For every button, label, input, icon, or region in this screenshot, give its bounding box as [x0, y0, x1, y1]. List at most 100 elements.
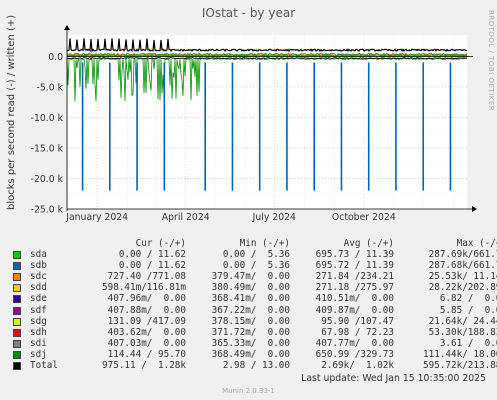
col-cur: Cur (-/+)	[135, 238, 186, 249]
legend-cur: 407.96m/ 0.00	[107, 293, 186, 305]
legend-row: sdj 114.44 / 95.70 368.49m/ 0.00 650.99 /32…	[12, 349, 497, 360]
legend-swatch	[13, 284, 21, 293]
legend-series-name: sda	[30, 249, 47, 261]
legend-swatch	[13, 273, 21, 282]
legend-row: sdh 403.62m/ 0.00 371.72m/ 0.00 67.98 / 72.…	[12, 327, 497, 338]
legend-avg: 409.87m/ 0.00	[315, 304, 394, 316]
legend-swatch	[13, 317, 21, 326]
legend-series-name: Total	[30, 360, 58, 372]
legend-min: 378.15m/ 0.00	[211, 315, 290, 327]
legend-series-name: sdc	[30, 271, 47, 283]
legend-cur: 407.88m/ 0.00	[107, 304, 186, 316]
legend-series-name: sdh	[30, 326, 47, 338]
col-max: Max (-/+)	[456, 238, 497, 249]
legend-min: 365.33m/ 0.00	[211, 337, 290, 349]
y-tick-label: -20.0 k	[31, 174, 64, 185]
x-tick-label: April 2024	[162, 212, 210, 223]
legend-cur: 114.44 / 95.70	[107, 348, 186, 360]
legend-avg: 271.18 /275.97	[315, 282, 394, 294]
legend-swatch	[13, 251, 21, 260]
munin-graph: IOstat - by year RRDTOOL / TOBI OETIKER …	[0, 0, 497, 400]
legend-table: Cur (-/+) Min (-/+) Avg (-/+) Max (-/+) …	[12, 238, 497, 371]
legend-avg: 410.51m/ 0.00	[315, 293, 394, 305]
legend-row: sdg 131.09 /417.09 378.15m/ 0.00 95.90 /107…	[12, 316, 497, 327]
x-axis-arrow	[472, 206, 477, 212]
legend-cur: 727.40 /771.08	[107, 271, 186, 283]
legend-min: 371.72m/ 0.00	[211, 326, 290, 338]
legend-row: sdc 727.40 /771.08 379.47m/ 0.00 271.84 /23…	[12, 271, 497, 282]
legend-min: 368.49m/ 0.00	[211, 348, 290, 360]
legend-max: 5.85 / 0.00	[439, 304, 497, 316]
legend-cur: 0.00 / 11.62	[118, 249, 186, 261]
legend-min: 2.98 / 13.00	[222, 360, 290, 372]
legend-series-name: sdf	[30, 304, 47, 316]
legend-row: sdd 598.41m/116.81m 380.49m/ 0.00 271.18 /2…	[12, 282, 497, 293]
legend-cur: 975.11 / 1.28k	[102, 360, 186, 372]
legend-min: 0.00 / 5.36	[222, 249, 290, 261]
legend-row: sdb 0.00 / 11.62 0.00 / 5.36 695.72 / 11.39…	[12, 260, 497, 271]
legend-avg: 67.98 / 72.23	[321, 326, 394, 338]
legend-cur: 0.00 / 11.62	[118, 260, 186, 272]
x-tick-label: July 2024	[252, 212, 296, 223]
legend-min: 380.49m/ 0.00	[211, 282, 290, 294]
legend-max: 111.44k/ 18.06k	[423, 348, 497, 360]
legend-swatch	[13, 362, 21, 371]
legend-row: sda 0.00 / 11.62 0.00 / 5.36 695.73 / 11.39…	[12, 249, 497, 260]
chart-canvas: 0.0 -5.0 k -10.0 k -15.0 k -20.0 k -25.0 k Ja…	[31, 25, 477, 223]
y-axis-arrow	[64, 25, 70, 30]
y-tick-label: 0.0	[48, 52, 63, 63]
legend-min: 379.47m/ 0.00	[211, 271, 290, 283]
plot-area	[67, 35, 467, 209]
legend-max: 287.68k/661.70	[428, 260, 497, 272]
legend-avg: 95.90 /107.47	[321, 315, 394, 327]
col-min: Min (-/+)	[239, 238, 290, 249]
legend-avg: 695.73 / 11.39	[315, 249, 394, 261]
legend-series-name: sdg	[30, 315, 47, 327]
legend-min: 0.00 / 5.36	[222, 260, 290, 272]
legend-max: 21.64k/ 24.44k	[428, 315, 497, 327]
legend-series-name: sdi	[30, 337, 47, 349]
legend-max: 287.69k/661.70	[428, 249, 497, 261]
legend-swatch	[13, 350, 21, 359]
y-tick-labels: 0.0 -5.0 k -10.0 k -15.0 k -20.0 k -25.0 k	[31, 52, 64, 216]
legend-cur: 403.62m/ 0.00	[107, 326, 186, 338]
legend-avg: 650.99 /329.73	[315, 348, 394, 360]
y-tick-label: -5.0 k	[37, 82, 64, 93]
legend-swatch	[13, 339, 21, 348]
legend-series-name: sdb	[30, 260, 47, 272]
legend-cur: 598.41m/116.81m	[102, 282, 186, 294]
legend-series-name: sdd	[30, 282, 47, 294]
legend-header: Cur (-/+) Min (-/+) Avg (-/+) Max (-/+)	[12, 238, 497, 249]
y-tick-label: -25.0 k	[31, 205, 64, 216]
legend-min: 367.22m/ 0.00	[211, 304, 290, 316]
legend-swatch	[13, 295, 21, 304]
legend-max: 6.82 / 0.00	[439, 293, 497, 305]
legend-cur: 407.03m/ 0.00	[107, 337, 186, 349]
legend-cur: 131.09 /417.09	[107, 315, 186, 327]
legend-swatch	[13, 262, 21, 271]
legend-max: 3.61 / 0.00	[439, 337, 497, 349]
legend-series-name: sde	[30, 293, 47, 305]
munin-version: Munin 2.0.33-1	[222, 387, 275, 395]
legend-min: 368.41m/ 0.00	[211, 293, 290, 305]
x-tick-label: January 2024	[65, 212, 128, 223]
legend-max: 28.22k/202.89k	[428, 282, 497, 294]
legend-swatch	[13, 328, 21, 337]
y-tick-label: -10.0 k	[31, 113, 64, 124]
legend-row: sdf 407.88m/ 0.00 367.22m/ 0.00 409.87m/ 0.…	[12, 305, 497, 316]
last-update: Last update: Wed Jan 15 10:35:00 2025	[301, 373, 486, 384]
legend-avg: 407.77m/ 0.00	[315, 337, 394, 349]
legend-max: 25.53k/ 11.14k	[428, 271, 497, 283]
legend-series-name: sdj	[30, 348, 47, 360]
legend-row: sde 407.96m/ 0.00 368.41m/ 0.00 410.51m/ 0.…	[12, 293, 497, 304]
legend-row: sdi 407.03m/ 0.00 365.33m/ 0.00 407.77m/ 0.…	[12, 338, 497, 349]
legend-rows: sda 0.00 / 11.62 0.00 / 5.36 695.73 / 11.39…	[12, 249, 497, 371]
col-avg: Avg (-/+)	[343, 238, 394, 249]
legend-avg: 2.69k/ 1.02k	[321, 360, 394, 372]
legend-swatch	[13, 306, 21, 315]
legend-max: 595.72k/213.88k	[423, 360, 497, 372]
legend-row: Total 975.11 / 1.28k 2.98 / 13.00 2.69k/ 1.…	[12, 360, 497, 371]
legend-avg: 695.72 / 11.39	[315, 260, 394, 272]
x-tick-label: October 2024	[332, 212, 396, 223]
x-tick-labels: January 2024 April 2024 July 2024 October 2…	[65, 212, 396, 223]
